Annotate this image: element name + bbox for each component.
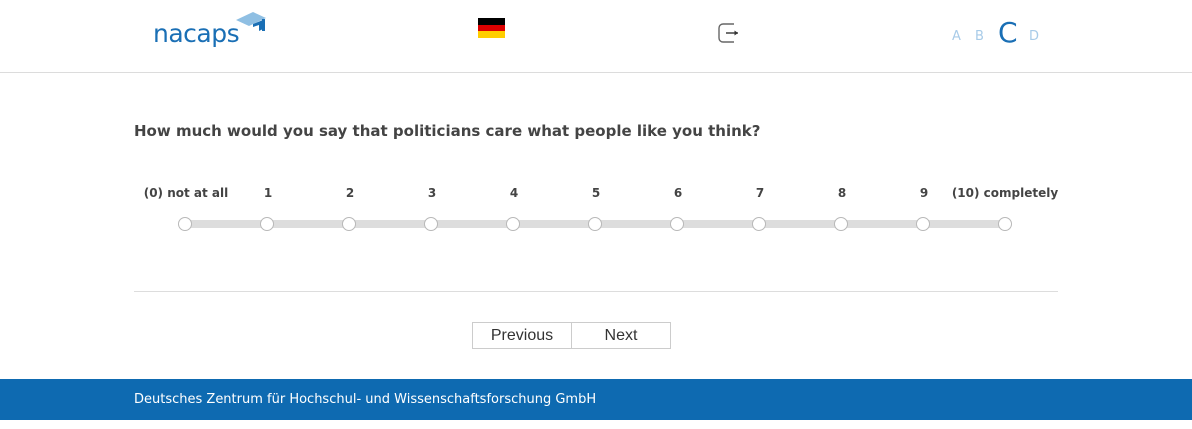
question-text: How much would you say that politicians … [134, 122, 761, 140]
footer: Deutsches Zentrum für Hochschul- und Wis… [0, 379, 1192, 420]
scale-label: 6 [673, 186, 683, 200]
divider [134, 291, 1058, 292]
germany-flag-icon[interactable] [478, 18, 505, 38]
scale-label: 2 [345, 186, 355, 200]
graduation-cap-icon [236, 12, 266, 31]
font-size-selector: A B C D [952, 16, 1052, 49]
header: nacaps A B C D [0, 0, 1192, 73]
scale-label: 5 [591, 186, 601, 200]
scale-radio-5[interactable] [588, 217, 602, 231]
scale-label: 7 [755, 186, 765, 200]
font-size-a[interactable]: A [952, 29, 961, 44]
scale-radio-9[interactable] [916, 217, 930, 231]
scale-radio-3[interactable] [424, 217, 438, 231]
scale-radio-10[interactable] [998, 217, 1012, 231]
footer-text: Deutsches Zentrum für Hochschul- und Wis… [134, 392, 597, 407]
scale-label: 4 [509, 186, 519, 200]
scale-radio-2[interactable] [342, 217, 356, 231]
scale-label: (0) not at all [143, 186, 229, 200]
scale-label: 9 [919, 186, 929, 200]
scale-radio-8[interactable] [834, 217, 848, 231]
scale-labels: (0) not at all 1 2 3 4 5 6 7 8 9 (10) co… [0, 186, 1192, 206]
previous-button[interactable]: Previous [472, 322, 572, 349]
font-size-d[interactable]: D [1029, 29, 1039, 44]
logout-icon[interactable] [718, 23, 740, 43]
scale-radio-6[interactable] [670, 217, 684, 231]
font-size-b[interactable]: B [975, 29, 984, 44]
scale-label: 8 [837, 186, 847, 200]
logo-text: nacaps [153, 19, 240, 48]
scale-label: (10) completely [951, 186, 1059, 200]
scale-radio-4[interactable] [506, 217, 520, 231]
scale-radio-0[interactable] [178, 217, 192, 231]
scale-label: 3 [427, 186, 437, 200]
next-button[interactable]: Next [571, 322, 671, 349]
scale-radio-1[interactable] [260, 217, 274, 231]
font-size-c[interactable]: C [998, 16, 1018, 49]
scale-radio-7[interactable] [752, 217, 766, 231]
scale-label: 1 [263, 186, 273, 200]
